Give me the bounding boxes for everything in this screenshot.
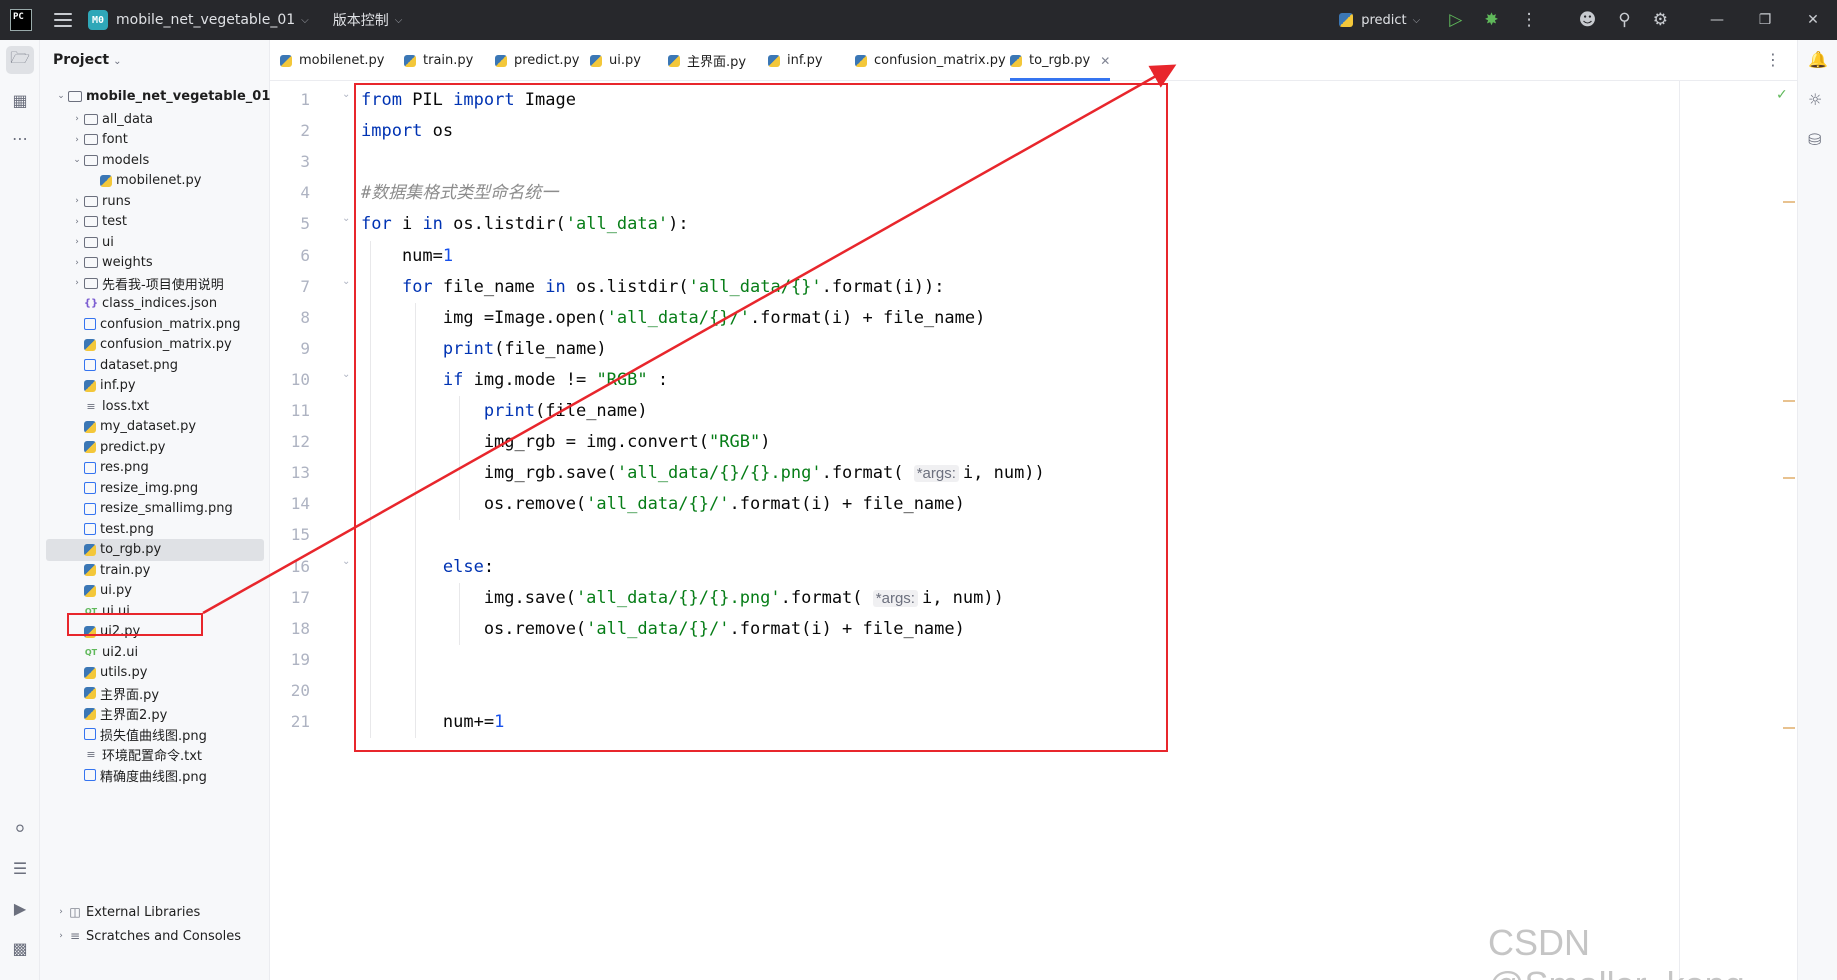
annotation-arrow: [202, 64, 1177, 615]
watermark: CSDN @Smaller_kong: [1488, 922, 1745, 980]
